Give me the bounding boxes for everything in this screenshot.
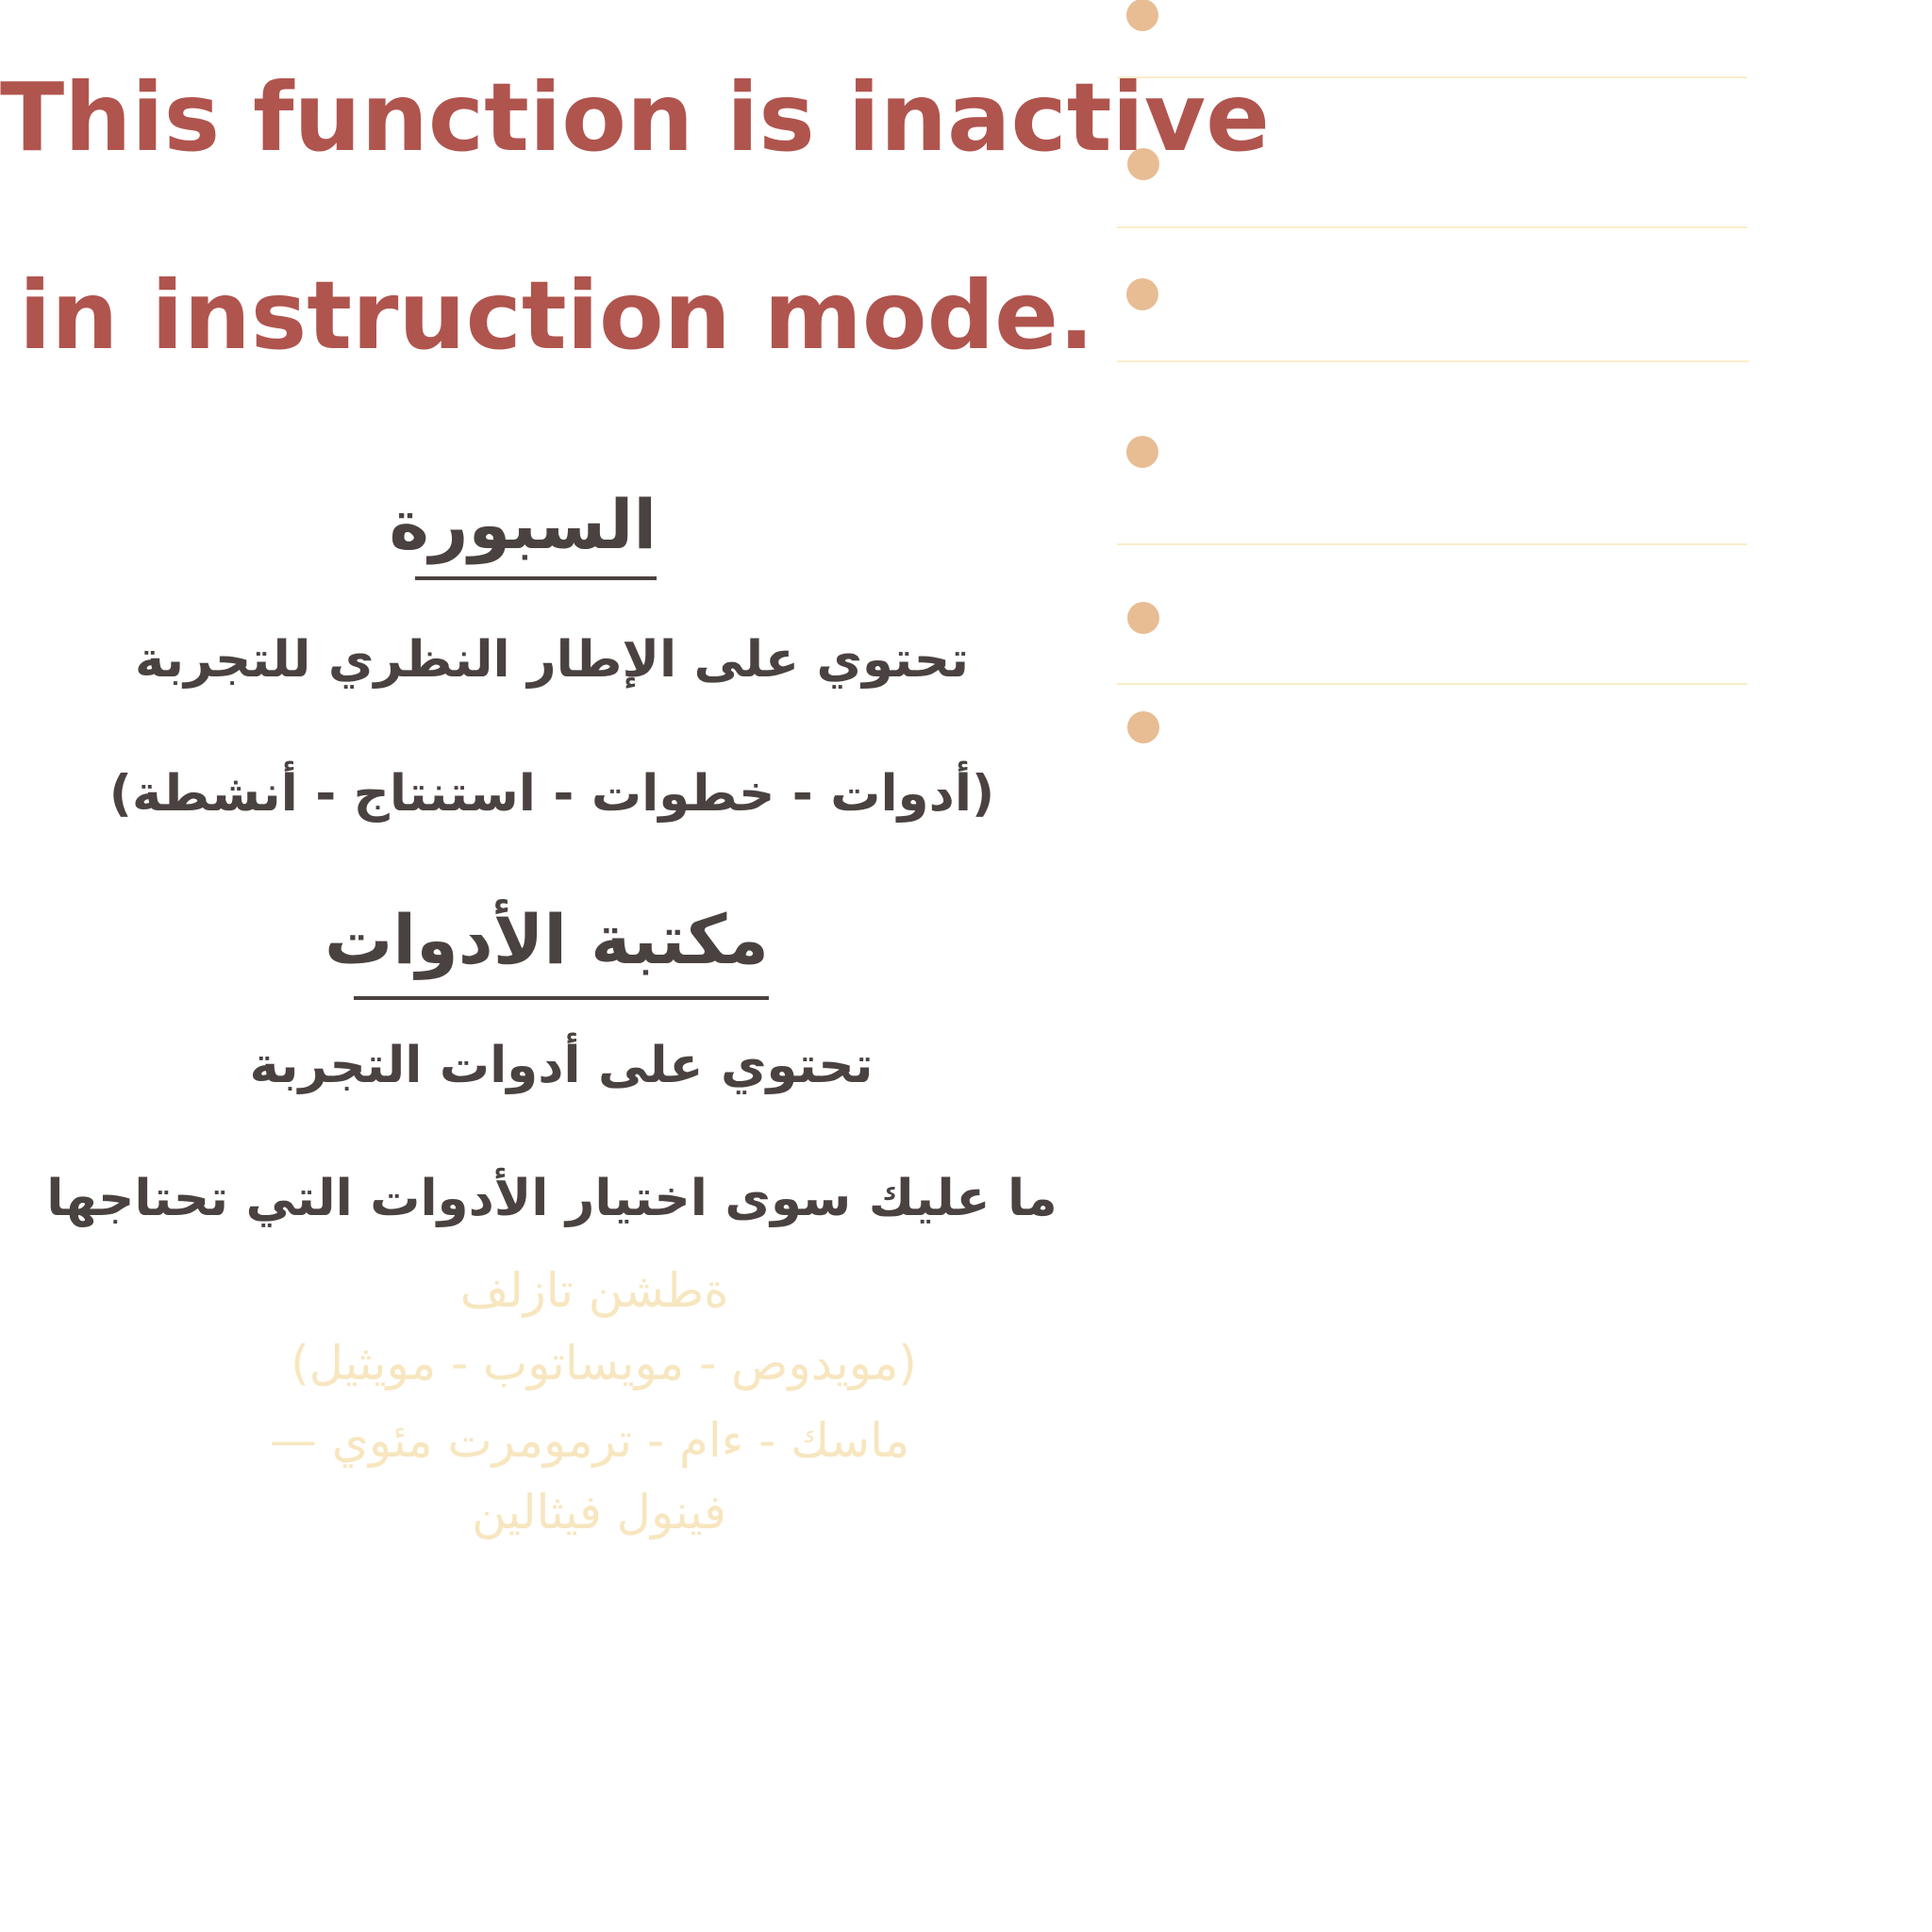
bullet-dot-1 <box>1126 0 1158 31</box>
tool-library-description: تحتوي على أدوات التجربة <box>249 1037 874 1094</box>
tool-library-heading: مكتبة الأدوات <box>325 900 769 979</box>
bullet-dot-3 <box>1126 278 1158 310</box>
blackboard-heading: السبورة <box>389 485 657 564</box>
bullet-dot-2 <box>1127 148 1159 180</box>
tool-library-instruction: ما عليك سوى اختيار الأدوات التي تحتاجها <box>46 1170 1058 1227</box>
bullet-dot-5 <box>1127 602 1159 634</box>
bullet-rule-5 <box>1117 683 1747 685</box>
inactive-notice-line1: This function is inactive <box>0 62 1270 173</box>
bullet-rule-3 <box>1117 360 1749 362</box>
instruction-page: This function is inactive in instruction… <box>0 0 1932 1932</box>
bullet-rule-2 <box>1117 226 1747 228</box>
bullet-dot-6 <box>1127 711 1159 743</box>
blackboard-contents: (أدوات - خطوات - استنتاج - أنشطة) <box>108 765 995 823</box>
faded-text-line4: فينول فيثالين <box>472 1485 726 1540</box>
bullet-rule-1 <box>1117 76 1747 78</box>
blackboard-heading-underline <box>415 576 657 580</box>
faded-text-line3: ماسك - ءام - ترمومرت مئوي — <box>269 1413 910 1468</box>
blackboard-description: تحتوي على الإطار النظري للتجربة <box>134 631 970 689</box>
bullet-dot-4 <box>1126 436 1158 468</box>
faded-text-line1: ةطشن تازلف <box>459 1263 729 1318</box>
tool-library-heading-underline <box>354 996 769 1000</box>
bullet-rule-4 <box>1117 543 1747 545</box>
faded-text-line2: (مويدوص - مويساتوب - مويثيل) <box>291 1336 917 1391</box>
inactive-notice-line2: in instruction mode. <box>19 260 1094 371</box>
